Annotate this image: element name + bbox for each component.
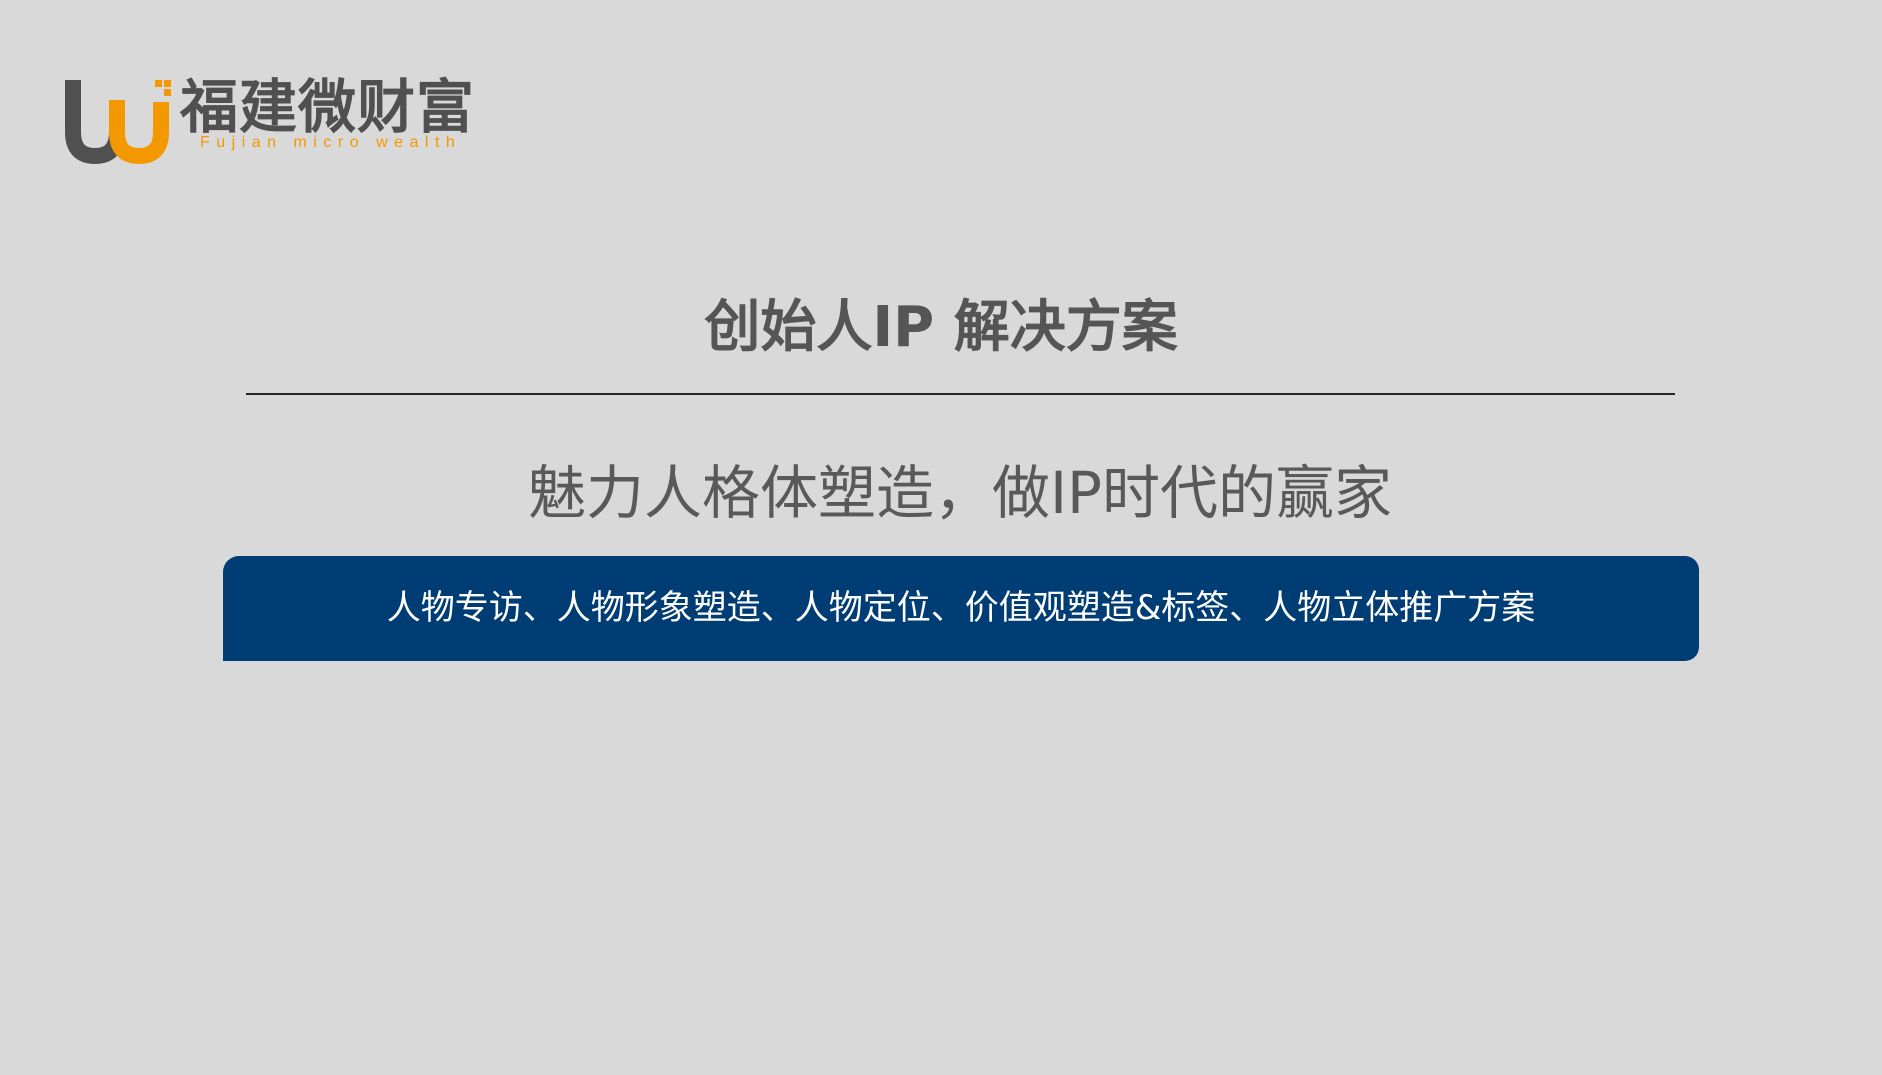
slide-subtitle: 魅力人格体塑造，做IP时代的赢家	[527, 459, 1393, 527]
logo-dot	[155, 80, 162, 87]
title-divider	[246, 393, 1675, 395]
banner-text: 人物专访、人物形象塑造、人物定位、价值观塑造&标签、人物立体推广方案	[386, 588, 1536, 628]
logo-dot	[164, 89, 171, 96]
logo-orange-stroke	[109, 100, 169, 164]
feature-banner: 人物专访、人物形象塑造、人物定位、价值观塑造&标签、人物立体推广方案	[223, 556, 1699, 661]
logo-english-name: Fujian micro wealth	[200, 134, 462, 151]
slide-title: 创始人IP 解决方案	[704, 295, 1178, 360]
logo-chinese-name: 福建微财富	[180, 73, 476, 141]
logo-dot	[164, 80, 171, 87]
wu-logo-icon	[65, 80, 171, 164]
brand-logo: 福建微财富 Fujian micro wealth	[64, 74, 484, 164]
